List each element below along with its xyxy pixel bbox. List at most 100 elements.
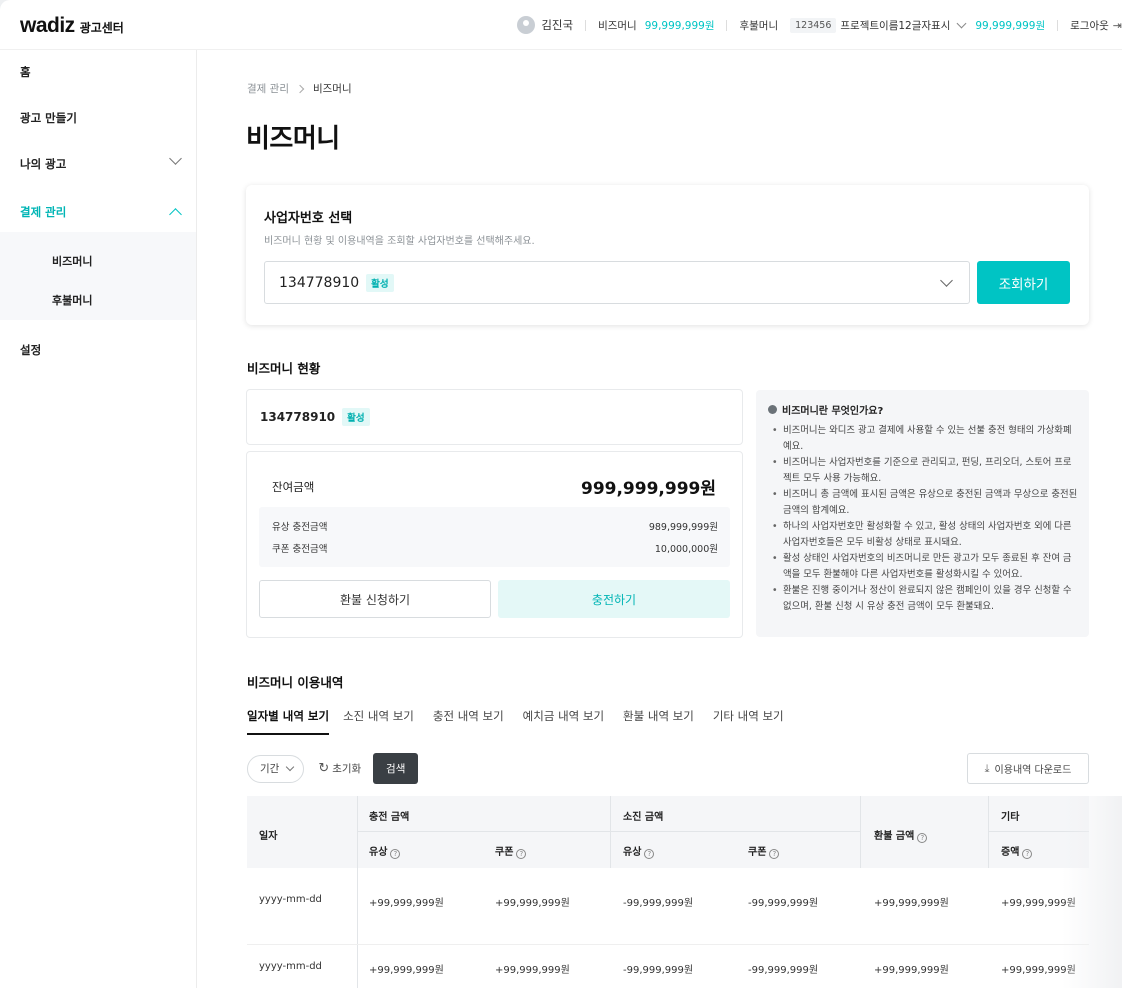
postpay-value: 99,999,999원 [975,19,1046,32]
cell-charge-paid: +99,999,999원 [369,898,444,909]
chevron-down-icon[interactable] [956,18,967,29]
column-divider [357,796,358,988]
help-icon[interactable]: ? [644,849,655,859]
period-dropdown[interactable]: 기간 [247,754,305,783]
sidebar-item-payment[interactable]: 결제 관리 [20,204,66,220]
sidebar-subitem-bizmoney[interactable]: 비즈머니 [52,253,92,269]
paid-charge-value: 989,999,999원 [648,522,718,533]
chevron-down-icon[interactable] [940,274,953,287]
charge-button[interactable]: 충전하기 [498,580,730,618]
chevron-down-icon [286,762,295,772]
sidebar-item-my-ads[interactable]: 나의 광고 [20,156,66,172]
logo-subtitle: 광고센터 [79,21,124,35]
reset-button[interactable]: ↻ 초기화 [318,761,361,776]
bizmoney-label: 비즈머니 [598,19,637,32]
breadcrumb: 결제 관리 비즈머니 [247,81,352,96]
info-list-item: 환불은 진행 중이거나 정산이 완료되지 않은 캠페인이 있을 경우 신청할 수… [771,583,1079,615]
tab-deposit[interactable]: 예치금 내역 보기 [523,708,604,735]
logout-button[interactable]: 로그아웃 [1070,18,1109,33]
help-icon[interactable]: ? [769,849,780,859]
help-icon[interactable]: ? [516,849,527,859]
help-icon[interactable]: ? [917,833,928,843]
tab-daily[interactable]: 일자별 내역 보기 [247,708,330,735]
info-list-item: 활성 상태인 사업자번호의 비즈머니로 만든 광고가 모두 종료된 후 잔여 금… [771,551,1079,583]
column-divider [988,796,989,868]
header-refund-label: 환불 금액 [874,831,915,842]
header-spend-coupon: 쿠폰? [748,843,780,859]
cell-date: yyyy-mm-dd [259,894,322,905]
user-name[interactable]: 김진국 [541,17,573,33]
help-icon[interactable]: ? [390,849,401,859]
avatar [517,16,536,34]
chevron-down-icon[interactable] [169,152,182,165]
card-title: 사업자번호 선택 [264,211,353,226]
cell-spend-paid: -99,999,999원 [623,965,694,976]
cell-charge-coupon: +99,999,999원 [495,898,570,909]
row-divider [247,944,1089,945]
period-label: 기간 [260,763,280,775]
sidebar-item-settings[interactable]: 설정 [20,342,41,358]
sidebar: 홈 광고 만들기 나의 광고 결제 관리 비즈머니 후불머니 설정 [0,50,197,988]
bizmoney-value: 99,999,999원 [644,19,715,32]
info-title: 비즈머니란 무엇인가요? [768,402,883,417]
status-section-title: 비즈머니 현황 [247,361,321,376]
header-etc-increase: 증액? [1001,843,1033,859]
business-number: 134778910 [260,410,336,424]
usage-tabs: 일자별 내역 보기 소진 내역 보기 충전 내역 보기 예치금 내역 보기 환불… [247,708,803,735]
logout-icon[interactable]: ⇥ [1113,19,1122,32]
status-badge: 활성 [366,273,394,292]
status-badge: 활성 [342,408,370,426]
cell-charge-paid: +99,999,999원 [369,965,444,976]
header-etc: 기타 [1001,812,1020,823]
search-button[interactable]: 검색 [373,753,419,784]
info-list-item: 하나의 사업자번호만 활성화할 수 있고, 활성 상태의 사업자번호 외에 다른… [771,519,1079,551]
tab-etc[interactable]: 기타 내역 보기 [713,708,784,735]
download-button[interactable]: ⤓ 이용내역 다운로드 [967,753,1089,784]
refund-request-button[interactable]: 환불 신청하기 [259,580,491,618]
cell-date: yyyy-mm-dd [259,961,322,972]
project-id: 123456 [790,17,837,33]
top-account-bar: 김진국 비즈머니 99,999,999원 후불머니 123456 프로젝트이름1… [517,0,1122,50]
tab-spend[interactable]: 소진 내역 보기 [343,708,414,735]
filter-bar: 기간 ↻ 초기화 검색 [247,753,419,784]
download-label: 이용내역 다운로드 [994,765,1072,776]
cell-spend-coupon: -99,999,999원 [748,898,819,909]
selected-business-number: 134778910 [279,274,360,291]
usage-table: 일자 충전 금액 소진 금액 환불 금액? 기타 유상? 쿠폰? 유상? 쿠폰?… [247,796,1089,988]
info-title-text: 비즈머니란 무엇인가요? [782,406,884,417]
header-etc-increase-label: 증액 [1001,847,1020,858]
sidebar-item-create-ad[interactable]: 광고 만들기 [20,110,77,126]
horizontal-scroll-fade [1062,796,1122,988]
chevron-up-icon[interactable] [169,208,182,221]
sidebar-submenu: 비즈머니 후불머니 [0,232,196,320]
chevron-right-icon [295,84,305,93]
row-divider [357,831,611,832]
cell-spend-coupon: -99,999,999원 [748,965,819,976]
query-button[interactable]: 조회하기 [977,261,1070,304]
app-frame: wadiz 광고센터 김진국 비즈머니 99,999,999원 후불머니 123… [0,0,1122,988]
card-description: 비즈머니 현황 및 이용내역을 조회할 사업자번호를 선택해주세요. [264,236,535,247]
breadcrumb-parent[interactable]: 결제 관리 [247,81,289,96]
divider [585,19,587,31]
business-number-select[interactable]: 134778910 활성 [264,261,970,304]
balance-panel: 잔여금액 999,999,999원 유상 충전금액 989,999,999원 쿠… [246,451,743,638]
logo[interactable]: wadiz 광고센터 [20,14,124,38]
bizmoney-info-box: 비즈머니란 무엇인가요? 비즈머니는 와디즈 광고 결제에 사용할 수 있는 선… [756,390,1089,637]
header-spend-paid-label: 유상 [623,847,642,858]
help-icon[interactable]: ? [1022,849,1033,859]
header-charge-coupon-label: 쿠폰 [495,847,514,858]
sidebar-subitem-postpay[interactable]: 후불머니 [52,292,92,308]
reset-label: 초기화 [332,763,362,775]
cell-charge-coupon: +99,999,999원 [495,965,570,976]
tab-charge[interactable]: 충전 내역 보기 [433,708,504,735]
header-refund-amount: 환불 금액? [874,827,928,843]
project-select[interactable]: 프로젝트이름12글자표시 [840,18,950,33]
balance-amount: 999,999,999원 [580,479,716,499]
paid-charge-row: 유상 충전금액 989,999,999원 [272,519,718,533]
cell-spend-paid: -99,999,999원 [623,898,694,909]
column-divider [610,796,611,868]
info-list: 비즈머니는 와디즈 광고 결제에 사용할 수 있는 선불 충전 형태의 가상화폐… [771,423,1079,615]
sidebar-item-home[interactable]: 홈 [20,64,31,80]
breadcrumb-current: 비즈머니 [312,83,352,95]
tab-refund[interactable]: 환불 내역 보기 [623,708,694,735]
